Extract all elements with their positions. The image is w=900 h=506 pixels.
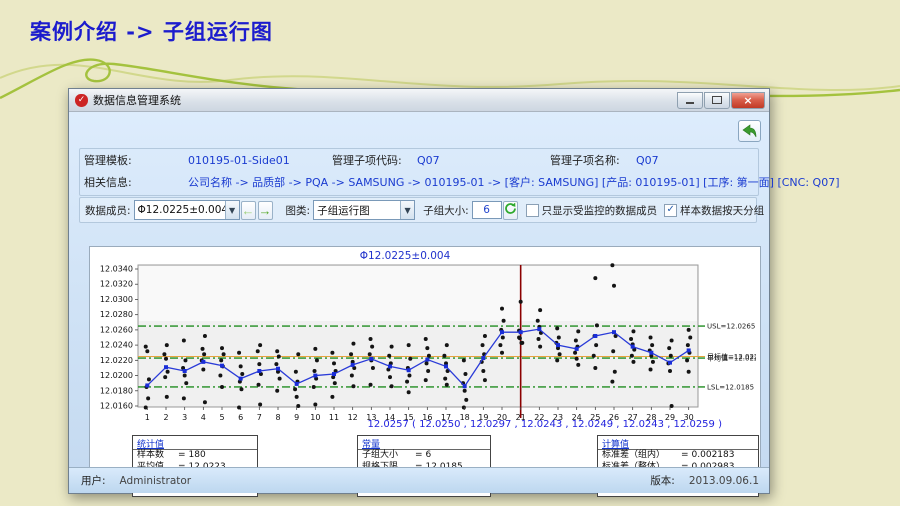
- back-arrow-icon: [741, 123, 758, 139]
- svg-text:12.0340: 12.0340: [100, 265, 133, 274]
- group-by-day-checkbox[interactable]: 样本数据按天分组: [664, 203, 764, 218]
- prev-member-button[interactable]: ←: [241, 201, 256, 220]
- stat-row: 子组大小=6: [358, 450, 490, 462]
- chart-type-value: 子组运行图: [314, 203, 400, 218]
- run-chart[interactable]: 12.0160 12.0180 12.0200 12.0220 12.0240 12.02…: [96, 261, 756, 423]
- info-panel: 管理模板: 010195-01-Side01 管理子项代码: Q07 管理子项名…: [79, 148, 759, 196]
- subgroup-size-input[interactable]: [472, 201, 502, 219]
- version-label: 版本:: [650, 473, 675, 488]
- related-value: 公司名称 -> 品质部 -> PQA -> SAMSUNG -> 010195-…: [188, 173, 839, 193]
- chart-type-dropdown[interactable]: 子组运行图 ▼: [313, 200, 415, 220]
- svg-text:10: 10: [310, 413, 320, 422]
- svg-text:12: 12: [348, 413, 358, 422]
- monitored-only-label: 只显示受监控的数据成员: [542, 203, 658, 218]
- info-row-2: 相关信息: 公司名称 -> 品质部 -> PQA -> SAMSUNG -> 0…: [80, 173, 758, 193]
- maximize-button[interactable]: [704, 92, 730, 109]
- window-title: 数据信息管理系统: [93, 92, 181, 108]
- stats-box-title: 常量: [358, 436, 490, 450]
- svg-text:2: 2: [163, 413, 168, 422]
- toolbar: 数据成员: Φ12.0225±0.004 ▼ ← → 图类: 子组运行图 ▼ 子…: [79, 197, 757, 223]
- related-label: 相关信息:: [84, 173, 132, 193]
- minimize-icon: [686, 102, 694, 104]
- data-member-dropdown[interactable]: Φ12.0225±0.004 ▼: [134, 200, 240, 220]
- sub-code-value: Q07: [417, 151, 440, 171]
- svg-text:12.0200: 12.0200: [100, 371, 133, 380]
- svg-text:12.0320: 12.0320: [100, 280, 133, 289]
- svg-text:LSL=12.0185: LSL=12.0185: [707, 383, 754, 391]
- page-title: 案例介绍 -> 子组运行图: [30, 16, 273, 46]
- svg-text:12.0220: 12.0220: [100, 356, 133, 365]
- svg-text:12.0180: 12.0180: [100, 386, 133, 395]
- monitored-only-checkbox[interactable]: 只显示受监控的数据成员: [526, 203, 658, 218]
- chart-panel: Φ12.0225±0.004 12.016012.018012.020012.0…: [89, 246, 761, 488]
- chevron-down-icon: ▼: [400, 201, 414, 219]
- subgroup-size-label: 子组大小:: [423, 203, 469, 218]
- template-value: 010195-01-Side01: [188, 151, 290, 171]
- chevron-down-icon: ▼: [225, 201, 239, 219]
- stat-row: 样本数=180: [133, 450, 257, 462]
- selected-subgroup-values: 12.0257 ( 12.0250 , 12.0297 , 12.0243 , …: [368, 419, 723, 430]
- svg-text:12.0300: 12.0300: [100, 295, 133, 304]
- left-arrow-icon: ←: [242, 203, 255, 218]
- right-arrow-icon: →: [259, 203, 272, 218]
- checkbox-icon: [664, 204, 677, 217]
- svg-text:USL=12.0265: USL=12.0265: [707, 323, 755, 331]
- svg-text:12.0280: 12.0280: [100, 310, 133, 319]
- minimize-button[interactable]: [677, 92, 703, 109]
- svg-text:11: 11: [329, 413, 339, 422]
- stat-row: 标准差（组内）=0.002183: [598, 450, 758, 462]
- app-logo-icon: ✓: [75, 94, 88, 107]
- back-button[interactable]: [738, 120, 761, 142]
- svg-text:12.0160: 12.0160: [100, 402, 133, 411]
- next-member-button[interactable]: →: [258, 201, 273, 220]
- chart-type-label: 图类:: [286, 203, 311, 218]
- status-bar: 用户: Administrator 版本: 2013.09.06.1: [69, 467, 769, 493]
- svg-text:3: 3: [182, 413, 187, 422]
- close-button[interactable]: ×: [731, 92, 765, 109]
- checkbox-icon: [526, 204, 539, 217]
- version-value: 2013.09.06.1: [689, 475, 759, 487]
- window-controls: ×: [677, 92, 765, 109]
- template-label: 管理模板:: [84, 151, 132, 171]
- maximize-icon: [712, 96, 722, 104]
- svg-text:1: 1: [145, 413, 150, 422]
- window-titlebar[interactable]: ✓ 数据信息管理系统 ×: [69, 89, 769, 112]
- window-client-area: 管理模板: 010195-01-Side01 管理子项代码: Q07 管理子项名…: [69, 112, 769, 493]
- svg-text:8: 8: [275, 413, 280, 422]
- user-label: 用户:: [81, 473, 106, 488]
- refresh-button[interactable]: [503, 201, 518, 220]
- svg-text:12.0240: 12.0240: [100, 341, 133, 350]
- data-member-value: Φ12.0225±0.004: [135, 204, 225, 216]
- svg-text:9: 9: [294, 413, 299, 422]
- data-member-label: 数据成员:: [85, 203, 131, 218]
- svg-text:平均值=12.0223: 平均值=12.0223: [707, 354, 756, 363]
- svg-text:5: 5: [219, 413, 224, 422]
- app-window: ✓ 数据信息管理系统 × 管理模板: 010195-01-Side01 管理子项…: [68, 88, 770, 494]
- svg-text:4: 4: [201, 413, 206, 422]
- info-row-1: 管理模板: 010195-01-Side01 管理子项代码: Q07 管理子项名…: [80, 151, 758, 171]
- group-by-day-label: 样本数据按天分组: [680, 203, 764, 218]
- sub-code-label: 管理子项代码:: [332, 151, 402, 171]
- sub-name-label: 管理子项名称:: [550, 151, 620, 171]
- svg-text:6: 6: [238, 413, 243, 422]
- stats-box-title: 统计值: [133, 436, 257, 450]
- sub-name-value: Q07: [636, 151, 659, 171]
- stats-box-title: 计算值: [598, 436, 758, 450]
- svg-text:7: 7: [257, 413, 262, 422]
- refresh-icon: [504, 202, 517, 215]
- user-value: Administrator: [120, 475, 192, 487]
- slide: 案例介绍 -> 子组运行图 ✓ 数据信息管理系统 × 管理模板: 010195-…: [0, 0, 900, 506]
- svg-text:12.0260: 12.0260: [100, 325, 133, 334]
